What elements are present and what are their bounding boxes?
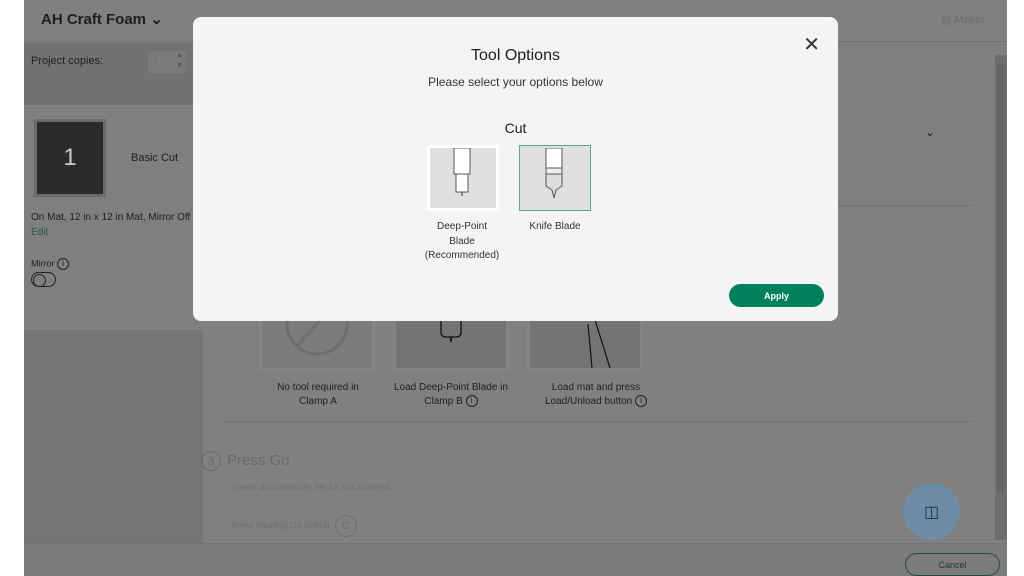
- info-icon[interactable]: i: [635, 395, 648, 408]
- mat-thumbnail[interactable]: 1: [34, 119, 106, 197]
- project-copies-panel: Project copies: 1 ▲ ▼ Apply: [24, 43, 203, 105]
- copies-stepper[interactable]: 1 ▲ ▼: [148, 51, 186, 73]
- apply-button[interactable]: Apply: [729, 284, 824, 307]
- deep-point-blade-icon: [453, 148, 471, 196]
- tool-caption: Load Deep-Point Blade in Clamp B i: [394, 382, 508, 408]
- tool-caption: Load mat and press Load/Unload button i: [521, 381, 671, 409]
- sidebar: Project copies: 1 ▲ ▼ Apply 1 Basic Cut On…: [24, 43, 203, 543]
- stepper-arrows-icon[interactable]: ▲ ▼: [176, 51, 183, 71]
- chat-icon: ◫: [923, 503, 940, 521]
- mat-name: Basic Cut: [131, 152, 179, 164]
- info-icon[interactable]: i: [57, 258, 70, 270]
- copies-apply-button[interactable]: Apply: [156, 81, 184, 93]
- option-label: Knife Blade: [529, 221, 581, 232]
- cancel-button[interactable]: Cancel: [905, 553, 1000, 576]
- mat-card[interactable]: 1 Basic Cut On Mat, 12 in x 12 in Mat, M…: [24, 105, 203, 330]
- step-press-go: 3 Press Go: [201, 451, 290, 471]
- machine-indicator[interactable]: ▤ Maker: [941, 13, 985, 26]
- chevron-down-icon[interactable]: ⌄: [925, 125, 935, 139]
- section-heading: Cut: [504, 120, 527, 136]
- go-button-icon: C: [334, 515, 357, 537]
- tool-options-modal: Tool Options Please select your options …: [193, 17, 838, 321]
- mat-info: On Mat, 12 in x 12 in Mat, Mirror Off: [31, 212, 191, 223]
- press-go-text: Press flashing Go button. C: [231, 515, 357, 537]
- option-deep-point-blade[interactable]: [427, 145, 499, 211]
- material-dropdown[interactable]: AH Craft Foam ⌄: [41, 10, 163, 28]
- option-knife-blade[interactable]: [519, 145, 591, 211]
- scrollbar-thumb[interactable]: [997, 63, 1005, 493]
- speed-text: Speed automatically set for this materia…: [231, 482, 394, 492]
- machine-icon: ▤: [940, 14, 952, 26]
- chat-button[interactable]: ◫: [903, 483, 960, 540]
- modal-title: Tool Options: [471, 47, 560, 64]
- mirror-label: Mirror i: [31, 258, 70, 270]
- knife-blade-icon: [545, 148, 563, 199]
- close-icon[interactable]: ✕: [803, 32, 820, 57]
- step-number: 3: [201, 451, 221, 471]
- tool-caption: No tool required in Clamp A: [277, 382, 359, 407]
- modal-subtitle: Please select your options below: [428, 75, 603, 89]
- divider: [224, 421, 973, 422]
- edit-link[interactable]: Edit: [31, 227, 48, 238]
- scrollbar[interactable]: [995, 55, 1007, 540]
- copies-label: Project copies:: [31, 55, 104, 67]
- footer: Cancel: [24, 543, 1007, 576]
- mirror-toggle[interactable]: [31, 272, 56, 287]
- chevron-down-icon: ⌄: [150, 11, 163, 28]
- info-icon[interactable]: i: [465, 395, 478, 408]
